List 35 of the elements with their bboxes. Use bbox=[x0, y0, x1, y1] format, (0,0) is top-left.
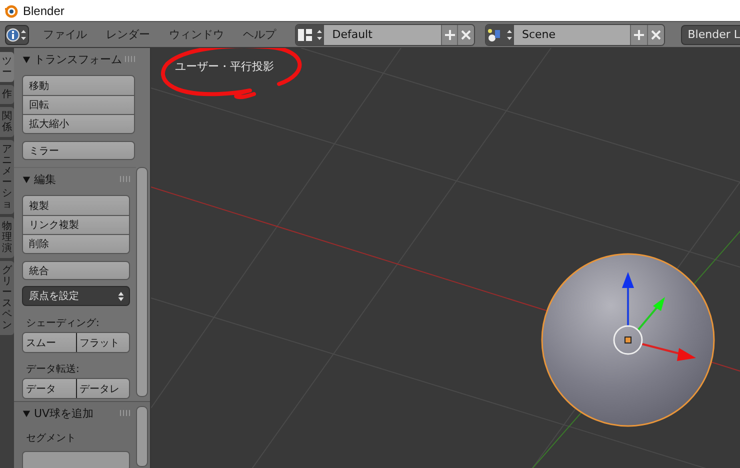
tool-button[interactable]: 拡大縮小 bbox=[23, 114, 134, 133]
side-tab[interactable]: ツー bbox=[0, 52, 14, 82]
menu-item[interactable]: ファイル bbox=[43, 27, 88, 42]
tool-button[interactable]: リンク複製 bbox=[23, 215, 129, 234]
3d-viewport[interactable]: ユーザー・平行投影 bbox=[151, 48, 740, 468]
tool-button[interactable]: スムー bbox=[23, 333, 76, 352]
panel-title[interactable]: 編集 bbox=[34, 172, 56, 186]
panel-title[interactable]: UV球を追加 bbox=[34, 406, 94, 420]
tool-button[interactable]: データ bbox=[23, 379, 76, 398]
app-logo-icon bbox=[4, 4, 18, 18]
menu-item[interactable]: ヘルプ bbox=[243, 27, 276, 42]
tool-button[interactable]: データレ bbox=[76, 379, 129, 398]
editor-type-button[interactable] bbox=[5, 24, 30, 44]
origin-dropdown[interactable]: 原点を設定 bbox=[22, 286, 130, 306]
render-engine-button[interactable]: Blender L bbox=[680, 24, 740, 44]
tool-button[interactable]: フラット bbox=[76, 333, 129, 352]
expanded-triangle-icon[interactable] bbox=[22, 54, 31, 64]
section-label: シェーディング: bbox=[25, 317, 100, 330]
tool-button[interactable]: 複製 bbox=[23, 196, 129, 215]
view-label: ユーザー・平行投影 bbox=[175, 59, 274, 74]
tool-button[interactable]: 統合 bbox=[22, 261, 130, 280]
tool-button[interactable]: 回転 bbox=[23, 95, 134, 114]
number-field[interactable] bbox=[22, 451, 130, 468]
menu-item[interactable]: ウィンドウ bbox=[169, 27, 224, 42]
tool-button[interactable]: 削除 bbox=[23, 234, 129, 253]
section-label: データ転送: bbox=[25, 363, 80, 376]
expanded-triangle-icon[interactable] bbox=[22, 408, 31, 418]
up-down-arrows-icon[interactable] bbox=[118, 290, 124, 302]
tool-button[interactable]: ミラー bbox=[22, 141, 135, 160]
menu-item[interactable]: レンダー bbox=[106, 27, 150, 42]
tool-button[interactable]: 移動 bbox=[23, 76, 134, 95]
section-label: セグメント bbox=[25, 432, 77, 445]
window-title: Blender bbox=[23, 4, 64, 18]
panel-title[interactable]: トランスフォーム bbox=[34, 52, 122, 66]
expanded-triangle-icon[interactable] bbox=[22, 174, 31, 184]
